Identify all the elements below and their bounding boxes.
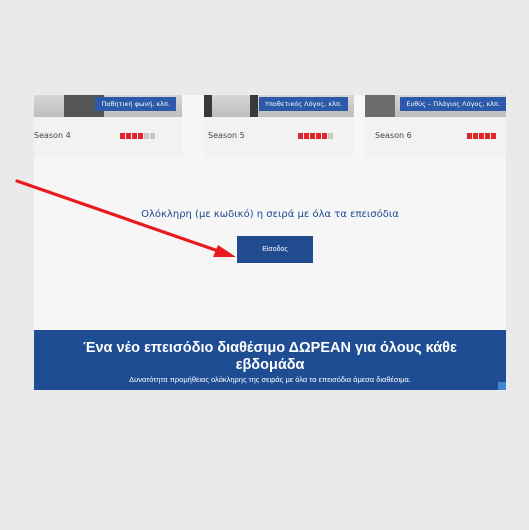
scroll-to-top-button[interactable]: [498, 382, 506, 390]
season-label: Season 5: [208, 131, 245, 140]
rating-bar: [120, 133, 155, 139]
web-page: Παθητική φωνή, κλπ. Season 4 Υποθετικός …: [34, 95, 506, 390]
screenshot-frame: Παθητική φωνή, κλπ. Season 4 Υποθετικός …: [0, 0, 529, 530]
login-button[interactable]: Είσοδος: [237, 236, 313, 263]
season-cards: Παθητική φωνή, κλπ. Season 4 Υποθετικός …: [34, 95, 506, 157]
season-thumbnail: Παθητική φωνή, κλπ.: [34, 95, 182, 117]
season-card-5[interactable]: Υποθετικός Λόγος, κλπ. Season 5: [204, 95, 354, 157]
banner-title: Ένα νέο επεισόδιο διαθέσιμο ΔΩΡΕΑΝ για ό…: [83, 340, 457, 373]
free-episode-banner: Ένα νέο επεισόδιο διαθέσιμο ΔΩΡΕΑΝ για ό…: [34, 330, 506, 390]
season-tag: Υποθετικός Λόγος, κλπ.: [258, 97, 348, 111]
rating-bar: [467, 133, 496, 139]
season-tag: Ευθύς – Πλάγιος Λόγος, κλπ.: [400, 97, 506, 111]
season-label: Season 4: [34, 131, 71, 140]
season-tag: Παθητική φωνή, κλπ.: [95, 97, 176, 111]
banner-subtitle: Δυνατότητα προμήθειας ολόκληρης της σειρ…: [129, 375, 411, 384]
season-card-6[interactable]: Ευθύς – Πλάγιος Λόγος, κλπ. Season 6: [365, 95, 506, 157]
season-label: Season 6: [375, 131, 412, 140]
rating-bar: [298, 133, 333, 139]
season-card-4[interactable]: Παθητική φωνή, κλπ. Season 4: [34, 95, 182, 157]
full-series-headline: Ολόκληρη (με κωδικό) η σειρά με όλα τα ε…: [141, 209, 399, 220]
season-thumbnail: Ευθύς – Πλάγιος Λόγος, κλπ.: [365, 95, 506, 117]
season-thumbnail: Υποθετικός Λόγος, κλπ.: [204, 95, 354, 117]
